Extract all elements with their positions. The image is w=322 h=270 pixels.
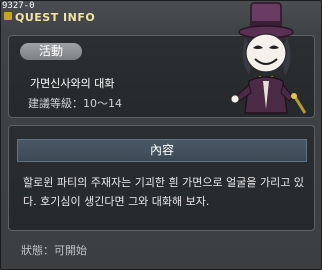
content-section-header: 內容 xyxy=(17,139,307,162)
quest-id-label: 9327-0 xyxy=(2,1,35,11)
quest-info-window: 9327-0 QUEST INFO 活動 가면신사와의 대화 建議等級：10～1… xyxy=(0,0,322,270)
recommended-level-label: 建議等級： xyxy=(28,97,83,110)
recommended-level: 建議等級：10～14 xyxy=(28,95,122,111)
quest-status-value: 可開始 xyxy=(54,244,87,257)
quest-content-panel: 內容 할로윈 파티의 주재자는 기괴한 흰 가면으로 얼굴을 가리고 있다. 호… xyxy=(8,125,315,231)
window-title: QUEST INFO xyxy=(15,11,96,24)
quest-description: 할로윈 파티의 주재자는 기괴한 흰 가면으로 얼굴을 가리고 있다. 호기심이… xyxy=(23,176,304,208)
quest-type-badge: 活動 xyxy=(20,43,82,60)
quest-status: 狀態：可開始 xyxy=(21,242,87,258)
quest-info-title-icon xyxy=(4,12,12,20)
quest-status-label: 狀態： xyxy=(21,244,54,257)
recommended-level-value: 10～14 xyxy=(83,97,122,110)
quest-name: 가면신사와의 대화 xyxy=(30,77,115,90)
masked-gentleman-npc-icon xyxy=(230,2,307,114)
